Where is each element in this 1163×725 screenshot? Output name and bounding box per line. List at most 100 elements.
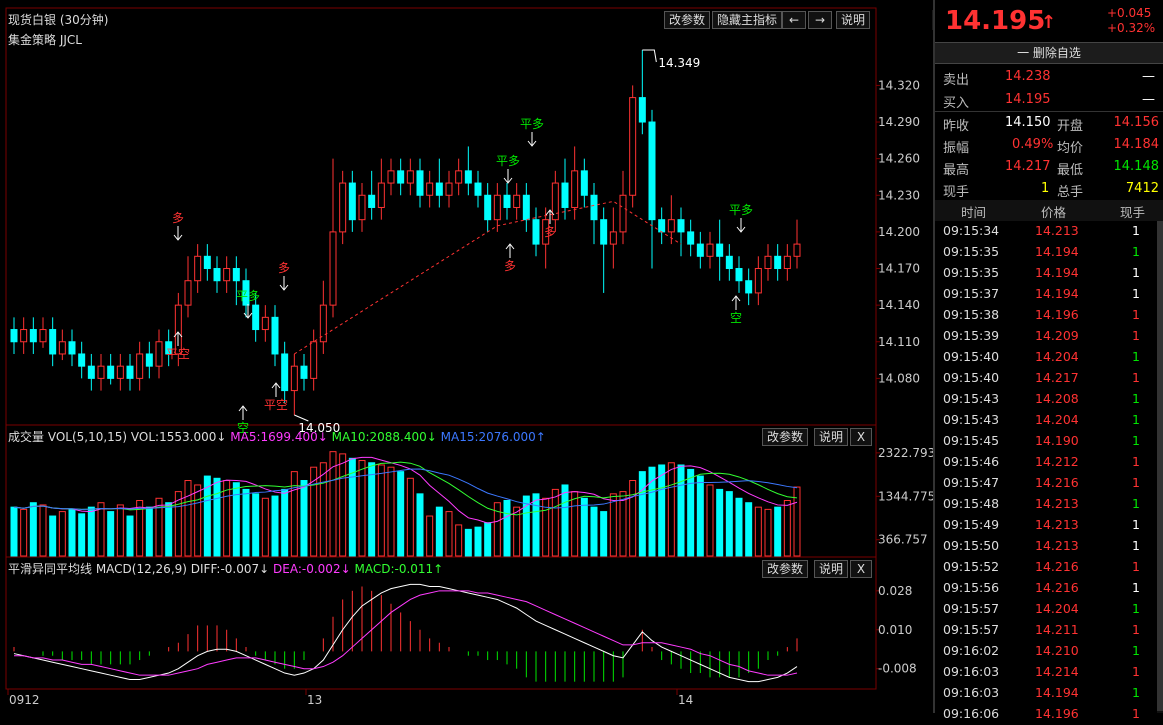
volume-bar [368,462,376,557]
volume-bar [455,524,463,557]
tick-row: 09:16:03 14.194 1 [935,683,1163,704]
stat-label: 总手 [1057,185,1084,200]
candle [455,170,463,184]
candle [706,243,714,257]
volume-bar [687,468,695,557]
down-arrow-icon [527,132,537,147]
sell-price: 14.238 [1005,69,1051,84]
chart-area[interactable]: 14.320 14.290 14.260 14.230 14.200 14.170 14.1… [0,0,933,713]
tick-time: 09:15:57 [943,622,1000,637]
ticks-header-volume: 现手 [1120,205,1146,220]
tick-row: 09:15:49 14.213 1 [935,515,1163,536]
candle [590,194,598,221]
scrollbar[interactable] [1157,221,1163,713]
candle [184,280,192,306]
stat-row-high: 最高 14.217 最低 14.148 [935,156,1163,178]
volume-bar [484,522,492,557]
candle [39,329,47,343]
candle [783,255,791,270]
tick-price: 14.196 [1035,307,1079,322]
volume-help-button[interactable]: 说明 [814,428,849,446]
volume-bar [232,482,240,557]
main-params-button[interactable]: 改参数 [664,11,711,29]
tick-price: 14.204 [1035,412,1079,427]
candle [416,170,424,196]
candle [687,231,695,245]
volume-bar [300,480,308,557]
tick-volume: 1 [1132,706,1140,721]
down-arrow-icon [736,218,746,233]
candle [194,255,202,282]
candle [271,316,279,355]
signal-label: 空 [730,311,742,325]
volume-bar [78,513,86,557]
volume-bar [735,497,743,557]
macd-params-button[interactable]: 改参数 [762,560,809,578]
tick-time: 09:16:06 [943,706,1000,721]
stat-value: 7412 [1125,181,1159,196]
candle [58,341,66,355]
volume-bar [165,502,173,557]
candle [580,170,588,196]
tick-time: 09:16:02 [943,643,1000,658]
candle [49,329,57,355]
up-arrow-icon [238,405,248,420]
stat-label: 均价 [1057,141,1084,156]
up-arrow-icon: ↑ [1041,12,1057,33]
volume-bar [271,495,279,557]
volume-bar [397,471,405,557]
candle [716,243,724,257]
candle [532,219,540,245]
candle [20,329,28,343]
tick-price: 14.216 [1035,580,1079,595]
macd-diff-line [13,583,798,683]
scroll-left-button[interactable]: ← [782,11,806,29]
candle [300,365,308,379]
scroll-right-button[interactable]: → [808,11,832,29]
tick-row: 09:15:57 14.211 1 [935,620,1163,641]
volume-bar [590,506,598,557]
candle [203,255,211,270]
tick-volume: 1 [1132,391,1140,406]
main-subtitle: 集金策略 JJCL [8,33,82,47]
remove-favorite-button[interactable]: 一 删除自选 [935,42,1163,64]
candle [107,365,115,379]
candle [754,268,762,294]
volume-ma15: MA15:2076.000↑ [440,430,546,444]
chart-canvas[interactable]: 14.320 14.290 14.260 14.230 14.200 14.170 14.1… [0,0,933,713]
candle [97,365,105,379]
hide-main-indicator-button[interactable]: 隐藏主指标 [712,11,783,29]
volume-close-button[interactable]: X [850,428,872,446]
volume-bar [745,502,753,557]
tick-volume: 1 [1132,559,1140,574]
macd-close-button[interactable]: X [850,560,872,578]
signal-label: 平多 [236,289,260,303]
macd-dea-line [14,590,798,676]
volume-bar [426,515,434,557]
candle [522,194,530,221]
volume-bar [406,477,414,557]
volume-params-button[interactable]: 改参数 [762,428,809,446]
tick-price: 14.209 [1035,328,1079,343]
y-tick-label: 14.110 [878,335,920,349]
candle [213,268,221,282]
ticks-header: 时间 价格 现手 [935,200,1163,221]
candle [252,304,260,331]
tick-row: 09:15:40 14.217 1 [935,368,1163,389]
candle [474,182,482,196]
y-tick-label: 14.290 [878,115,920,129]
macd-help-button[interactable]: 说明 [814,560,849,578]
candle [126,365,134,379]
y-tick-label: 14.170 [878,262,920,276]
macd-y-tick-label: 0.028 [878,584,912,598]
quote-price: 14.195 [945,6,1046,36]
main-help-button[interactable]: 说明 [836,11,871,29]
candle [619,194,627,233]
tick-volume: 1 [1132,412,1140,427]
stat-label: 振幅 [943,141,970,156]
volume-bar [261,497,269,557]
volume-bar [551,488,559,557]
candle [677,219,685,233]
tick-price: 14.194 [1035,685,1079,700]
tick-time: 09:15:35 [943,244,1000,259]
